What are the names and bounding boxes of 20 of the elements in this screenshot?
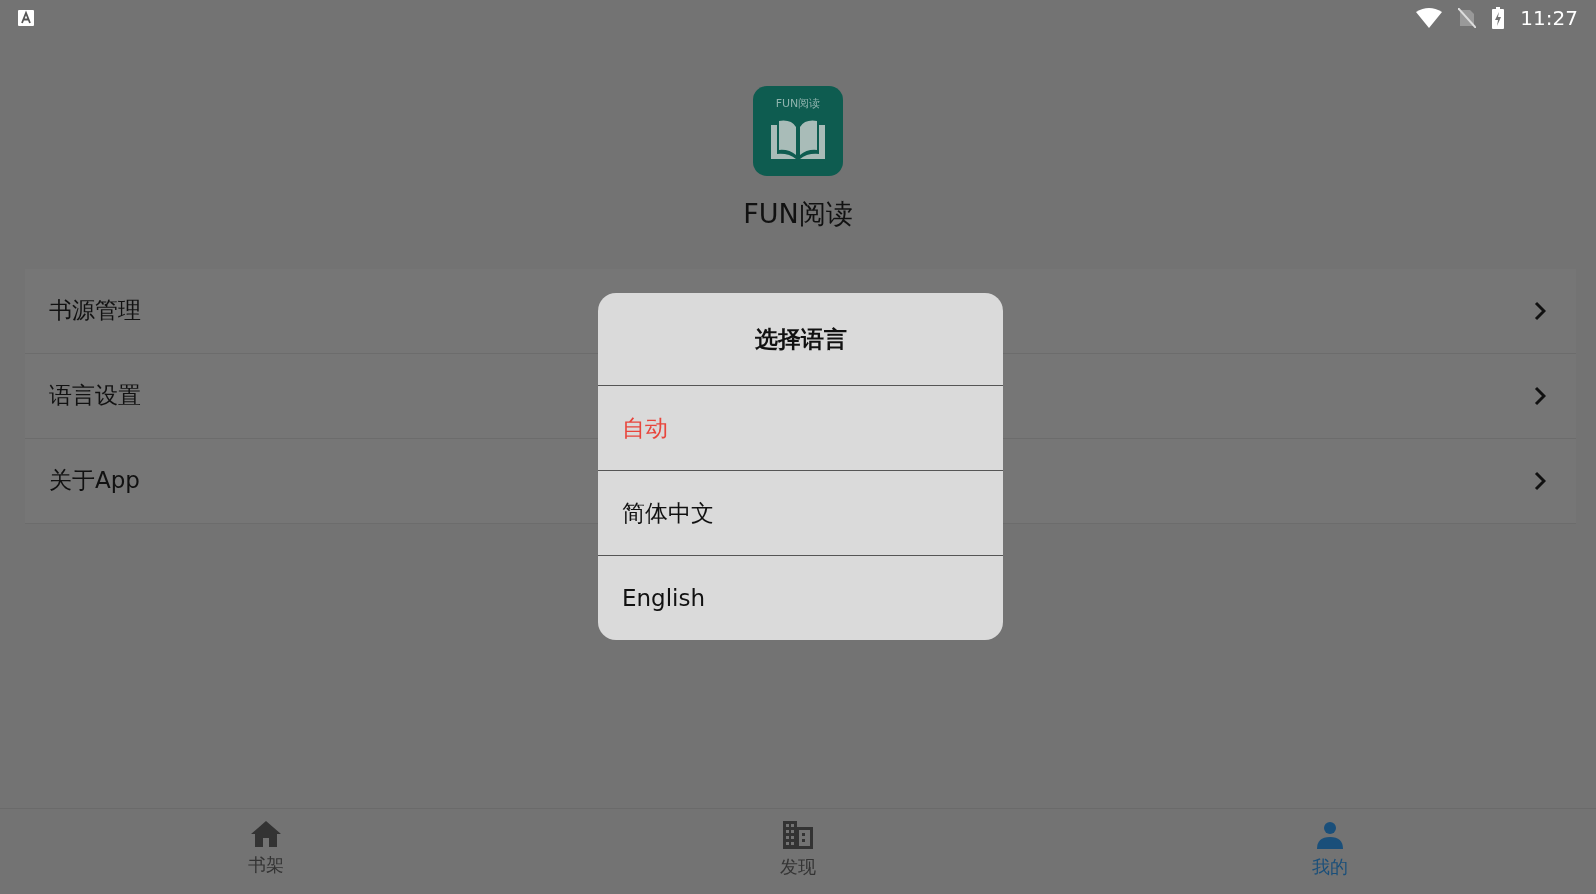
language-option[interactable]: 自动	[598, 386, 1003, 471]
dialog-title: 选择语言	[598, 293, 1003, 386]
chevron-right-icon	[1534, 300, 1546, 321]
nav-tab[interactable]: 我的	[1064, 809, 1596, 894]
chevron-right-icon	[1534, 385, 1546, 406]
language-option[interactable]: 简体中文	[598, 471, 1003, 556]
person-icon	[1316, 821, 1344, 849]
wifi-icon	[1416, 8, 1443, 28]
clock-time: 11:27	[1520, 5, 1578, 32]
nav-tab[interactable]: 发现	[532, 809, 1064, 894]
chevron-right-icon	[1534, 470, 1546, 491]
app-name: FUN阅读	[743, 197, 853, 231]
no-sim-icon	[1458, 8, 1477, 28]
home-icon	[251, 821, 281, 847]
language-option[interactable]: English	[598, 556, 1003, 640]
keyboard-notification-icon	[18, 10, 34, 26]
battery-charging-icon	[1492, 7, 1505, 29]
building-icon	[783, 821, 813, 849]
nav-tab[interactable]: 书架	[0, 809, 532, 894]
logo-text: FUN阅读	[775, 96, 821, 112]
